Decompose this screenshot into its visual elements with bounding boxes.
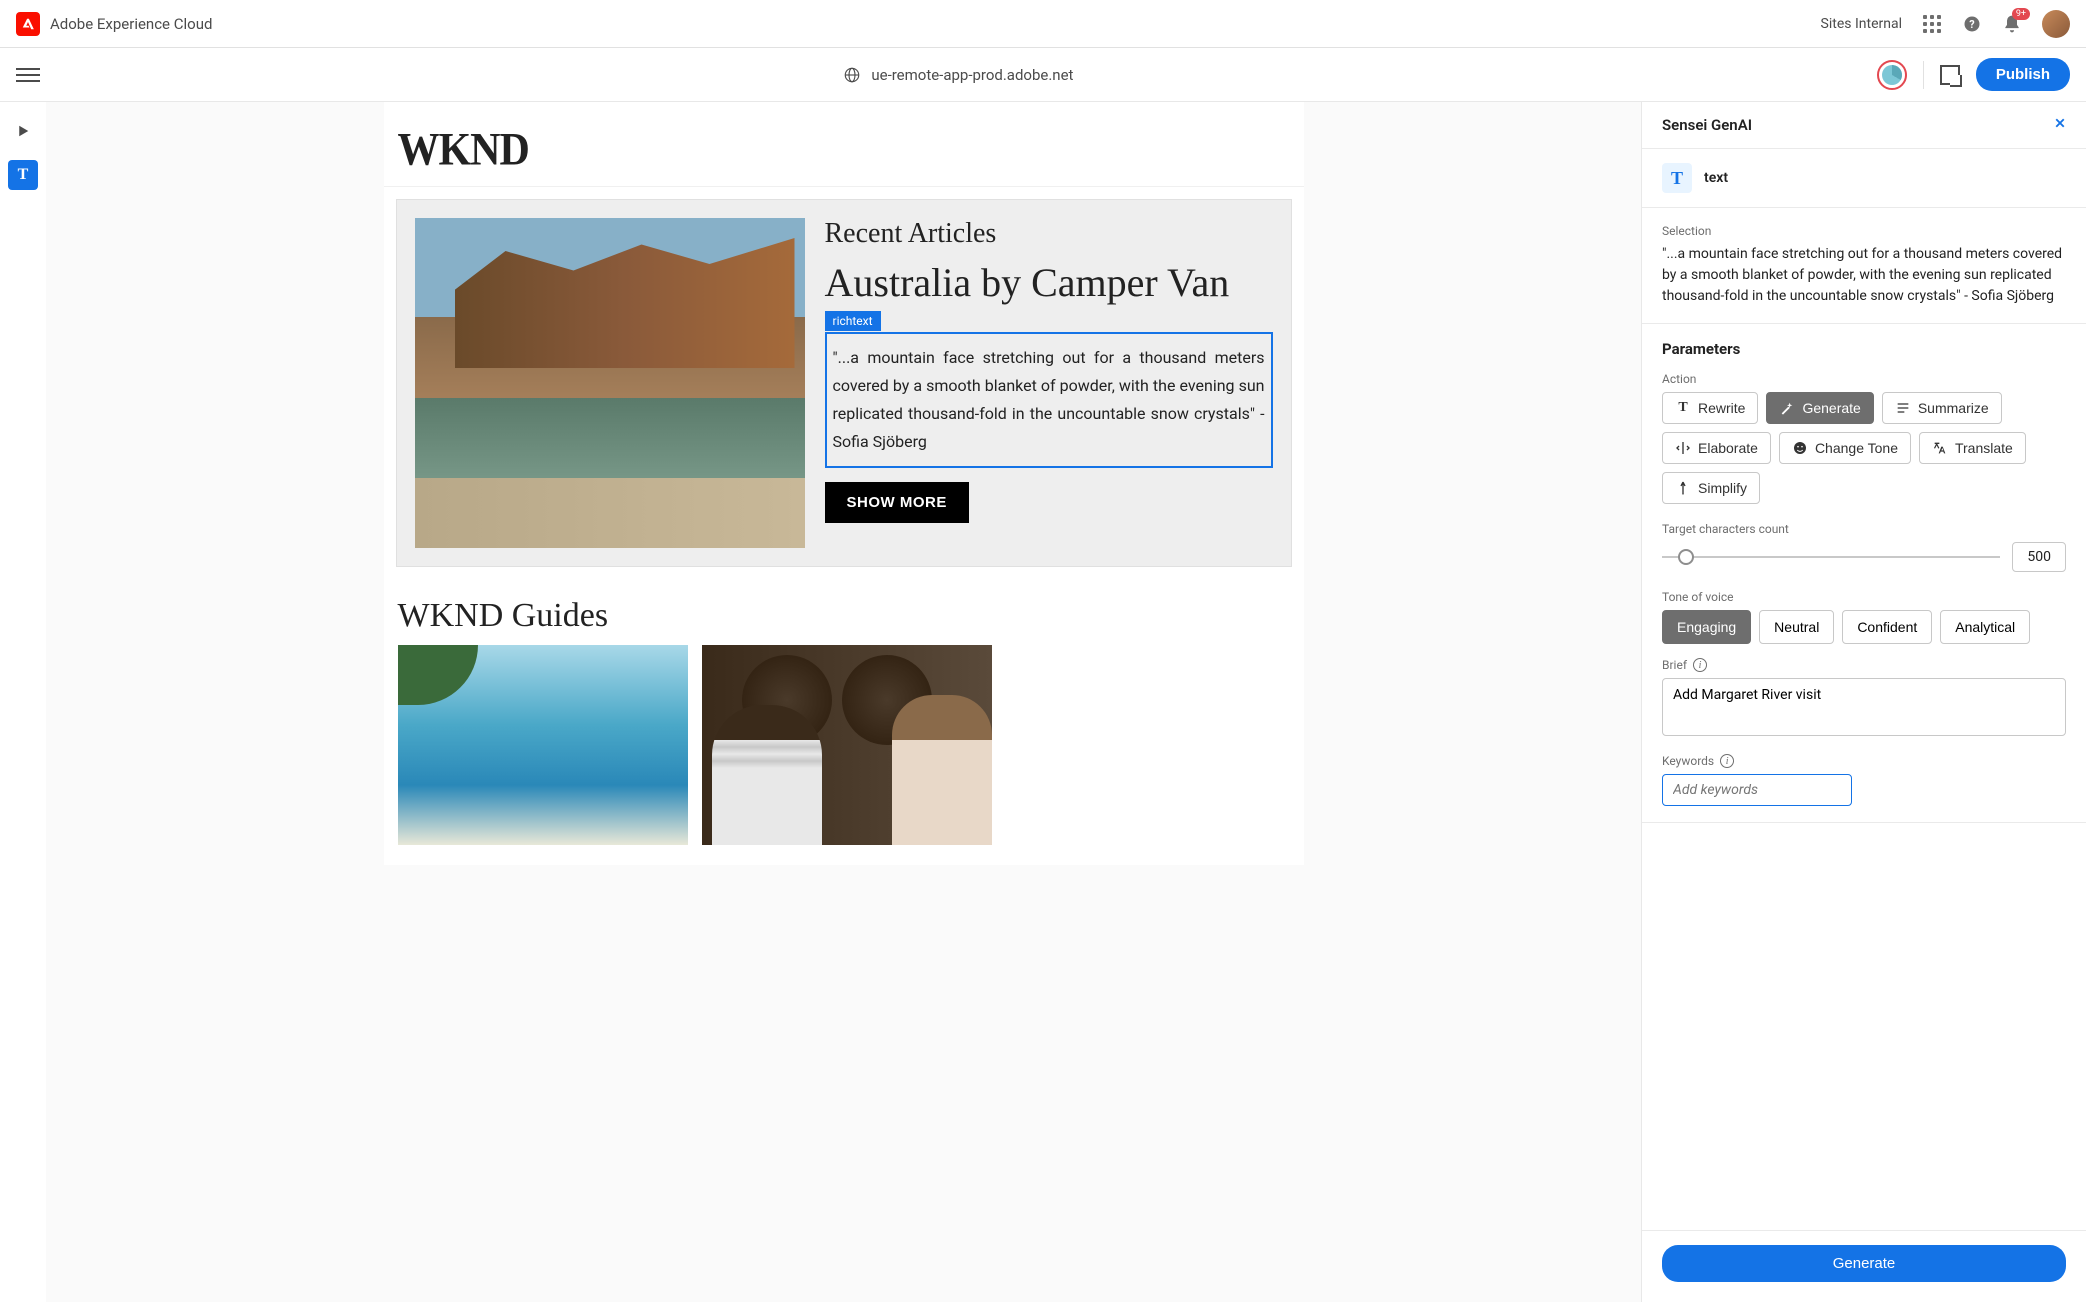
tone-confident[interactable]: Confident [1842,610,1932,644]
brief-textarea[interactable] [1662,678,2066,736]
help-icon: ? [1962,14,1982,34]
action-rewrite[interactable]: T Rewrite [1662,392,1758,424]
sites-internal-link[interactable]: Sites Internal [1821,16,1902,32]
action-translate[interactable]: Translate [1919,432,2026,464]
generate-button[interactable]: Generate [1662,1245,2066,1282]
guide-card-surfing[interactable] [398,645,688,845]
help-button[interactable]: ? [1962,14,1982,34]
action-summarize[interactable]: Summarize [1882,392,2002,424]
wknd-logo[interactable]: WKND [398,124,529,177]
menu-toggle[interactable] [16,63,40,87]
page-host: ue-remote-app-prod.adobe.net [871,66,1073,84]
wknd-guides-heading: WKND Guides [384,579,1304,645]
recent-articles-block: Recent Articles Australia by Camper Van … [396,199,1292,567]
adobe-logo[interactable] [16,12,40,36]
tone-group: Engaging Neutral Confident Analytical [1662,610,2066,644]
page-url-display[interactable]: ue-remote-app-prod.adobe.net [40,66,1877,84]
show-more-button[interactable]: SHOW MORE [825,482,969,523]
notification-badge: 9+ [2012,8,2030,20]
open-preview-button[interactable] [1940,65,1960,85]
brief-label: Brief [1662,658,1687,672]
component-type-label: text [1704,170,1728,186]
action-generate[interactable]: Generate [1766,392,1873,424]
richtext-badge: richtext [825,311,881,331]
action-simplify[interactable]: Simplify [1662,472,1760,504]
selection-label: Selection [1662,224,2066,238]
translate-icon [1932,440,1948,456]
tone-icon [1792,440,1808,456]
preview-mode-button[interactable] [8,116,38,146]
selected-richtext[interactable]: "...a mountain face stretching out for a… [825,332,1273,468]
publish-button[interactable]: Publish [1976,58,2070,91]
left-tool-rail: T [0,102,46,1302]
selection-preview: "...a mountain face stretching out for a… [1662,244,2066,307]
article-headline[interactable]: Australia by Camper Van [825,260,1273,306]
rewrite-icon: T [1675,400,1691,416]
panel-close-button[interactable] [2054,117,2066,133]
tone-label: Tone of voice [1662,590,2066,604]
play-icon [14,122,32,140]
panel-title: Sensei GenAI [1662,116,1752,134]
keywords-info-icon[interactable]: i [1720,754,1734,768]
notifications-button[interactable]: 9+ [2002,14,2022,34]
parameters-heading: Parameters [1662,340,2066,358]
divider [1923,61,1924,89]
text-t-icon: T [18,166,29,184]
preview-icon [1940,65,1960,85]
brief-info-icon[interactable]: i [1693,658,1707,672]
global-header: Adobe Experience Cloud Sites Internal ? … [0,0,2086,48]
action-change-tone[interactable]: Change Tone [1779,432,1911,464]
slider-thumb[interactable] [1678,549,1694,565]
apps-grid-icon [1923,15,1941,33]
keywords-label: Keywords [1662,754,1714,768]
wand-icon [1779,400,1795,416]
app-switcher[interactable] [1922,14,1942,34]
tone-analytical[interactable]: Analytical [1940,610,2030,644]
recent-articles-heading: Recent Articles [825,218,1273,250]
summarize-icon [1895,400,1911,416]
keywords-input[interactable] [1662,774,1852,806]
genai-panel: Sensei GenAI T text Selection "...a moun… [1641,102,2086,1302]
editor-url-bar: ue-remote-app-prod.adobe.net Publish [0,48,2086,102]
target-chars-value[interactable]: 500 [2012,542,2066,572]
article-hero-image[interactable] [415,218,805,548]
target-chars-label: Target characters count [1662,522,2066,536]
tone-neutral[interactable]: Neutral [1759,610,1834,644]
guide-card-brewery[interactable] [702,645,992,845]
svg-text:?: ? [1969,18,1974,31]
brand-title: Adobe Experience Cloud [50,15,212,33]
user-avatar[interactable] [2042,10,2070,38]
text-tool-button[interactable]: T [8,160,38,190]
tone-engaging[interactable]: Engaging [1662,610,1751,644]
close-icon [2054,117,2066,129]
simplify-icon [1675,480,1691,496]
globe-icon [843,66,861,84]
page-canvas[interactable]: WKND Recent Articles Australia by Camper… [46,102,1641,1302]
action-elaborate[interactable]: Elaborate [1662,432,1771,464]
guides-row [384,645,1304,865]
text-component-icon: T [1662,163,1692,193]
target-chars-slider[interactable] [1662,556,2000,558]
adobe-a-icon [21,17,35,31]
site-header: WKND [384,102,1304,187]
component-indicator: T text [1642,149,2086,208]
cloud-status-indicator[interactable] [1877,60,1907,90]
action-label: Action [1662,372,2066,386]
elaborate-icon [1675,440,1691,456]
action-group: T Rewrite Generate Summarize Elaborate [1662,392,2066,504]
